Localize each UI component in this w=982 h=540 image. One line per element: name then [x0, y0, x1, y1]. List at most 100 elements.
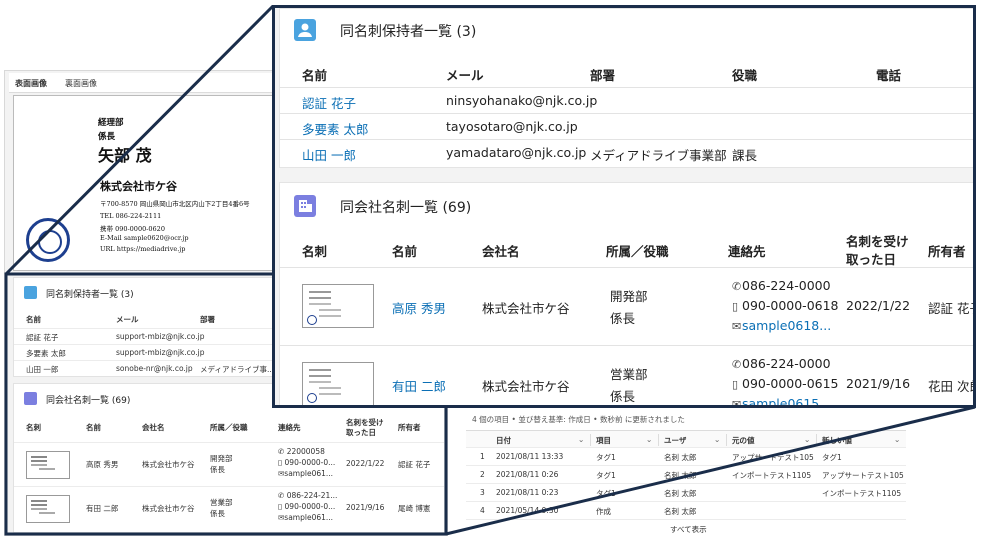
company-card-email-link[interactable]: sample061...	[284, 513, 333, 522]
chevron-down-icon[interactable]: ⌄	[646, 435, 652, 444]
history-new-value: インポートテスト1105	[822, 489, 902, 498]
holder-email: yamadataro@njk.co.jp	[446, 145, 587, 160]
holder-name-link[interactable]: 認証 花子	[302, 93, 356, 112]
history-date: 2021/08/11 0:23	[496, 488, 559, 497]
holder-dept: メディアドライブ事業部	[590, 148, 727, 163]
company-card-date: 2022/1/22	[846, 298, 911, 313]
holder-name-link[interactable]: 多要素 太郎	[302, 119, 368, 138]
mail-icon: ✉	[732, 398, 742, 408]
history-new-value: アップサートテスト105	[822, 471, 904, 480]
holder-email: support-mbiz@njk.co.jp	[116, 348, 205, 357]
table-row: 3 2021/08/11 0:23 タグ1 名刺 太郎 インポートテスト1105	[466, 484, 906, 502]
history-header-user[interactable]: ユーザ	[664, 435, 686, 446]
mobile-icon: ▯	[732, 378, 739, 391]
company-card-company: 株式会社市ケ谷	[482, 379, 570, 394]
company-card-date: 2022/1/22	[346, 459, 385, 468]
card-thumbnail[interactable]	[302, 284, 374, 328]
holder-name-link[interactable]: 多要素 太郎	[26, 348, 66, 359]
phone-icon: ✆	[278, 491, 285, 500]
company-card-tel: 22000058	[286, 447, 325, 456]
chevron-down-icon[interactable]: ⌄	[894, 435, 900, 444]
company-card-name-link[interactable]: 有田 二郎	[86, 503, 118, 514]
history-field: タグ1	[596, 471, 616, 480]
card-mobile: 携帯 090-0000-0620	[100, 225, 165, 233]
history-user-link[interactable]: 名刺 太郎	[664, 506, 696, 517]
table-row: 2 2021/08/11 0:26 タグ1 名刺 太郎 インポートテスト1105…	[466, 466, 906, 484]
company-card-role: 係長	[610, 389, 636, 404]
company-card-name-link[interactable]: 高原 秀男	[86, 459, 118, 470]
chevron-down-icon[interactable]: ⌄	[714, 435, 720, 444]
history-new-value: タグ1	[822, 453, 842, 462]
company-card-company: 株式会社市ケ谷	[482, 301, 570, 316]
history-header-date[interactable]: 日付	[496, 435, 511, 446]
holder-name-link[interactable]: 認証 花子	[26, 332, 58, 343]
card-thumbnail[interactable]	[26, 495, 70, 523]
small-holders-title: 同名刺保持者一覧 (3)	[46, 290, 134, 300]
card-role: 係長	[98, 132, 116, 142]
card-thumbnail[interactable]	[26, 451, 70, 479]
company-logo-icon	[26, 218, 70, 262]
history-date: 2021/05/14 9:30	[496, 506, 559, 515]
zoomed-related-lists: 同名刺保持者一覧 (3) 名前 メール 部署 役職 電話 認証 花子 ninsy…	[272, 5, 976, 408]
company-header-owner: 所有者	[928, 244, 966, 259]
company-card-tel: 086-224-0000	[742, 278, 831, 293]
small-holders-header-name: 名前	[26, 315, 41, 324]
table-row: 4 2021/05/14 9:30 作成 名刺 太郎	[466, 502, 906, 520]
history-header-new[interactable]: 新しい値	[822, 435, 852, 446]
card-tel: TEL 086-224-2111	[100, 212, 162, 220]
table-row: 1 2021/08/11 13:33 タグ1 名刺 太郎 アップサートテスト10…	[466, 448, 906, 466]
holder-name-link[interactable]: 山田 一郎	[302, 145, 356, 164]
history-user-link[interactable]: 名刺 太郎	[664, 488, 696, 499]
company-card-tel: 086-224-0000	[742, 356, 831, 371]
company-card-mobile: 090-0000-0615	[742, 376, 839, 391]
mobile-icon: ▯	[278, 458, 283, 467]
holders-header-phone: 電話	[876, 68, 902, 83]
company-card-name-link[interactable]: 有田 二郎	[392, 376, 446, 395]
tab-back-image[interactable]: 裏面画像	[65, 78, 97, 89]
chevron-down-icon[interactable]: ⌄	[578, 435, 584, 444]
holder-name-link[interactable]: 山田 一郎	[26, 364, 58, 375]
small-company-header-card: 名刺	[26, 423, 41, 432]
small-company-header-owner: 所有者	[398, 423, 421, 432]
phone-icon: ✆	[732, 280, 742, 293]
history-user-link[interactable]: 名刺 太郎	[664, 452, 696, 463]
company-card-email-link[interactable]: sample0618...	[742, 318, 831, 333]
row-number: 3	[480, 488, 485, 497]
company-card-owner: 花田 次郎	[928, 379, 973, 394]
mobile-icon: ▯	[732, 300, 739, 313]
mobile-icon: ▯	[278, 502, 283, 511]
company-card-owner: 認証 花子	[398, 460, 431, 469]
table-row: 認証 花子 ninsyohanako@njk.co.jp	[280, 87, 973, 113]
history-header-old[interactable]: 元の値	[732, 435, 755, 446]
holder-dept: メディアドライブ事...	[200, 365, 275, 374]
card-address: 〒700-8570 岡山県岡山市北区内山下2丁目4番6号	[100, 200, 250, 208]
history-date: 2021/08/11 13:33	[496, 452, 564, 461]
company-card-dept: 開発部	[210, 454, 233, 463]
history-field: タグ1	[596, 453, 616, 462]
company-card-owner: 尾崎 博憲	[398, 504, 431, 513]
history-user-link[interactable]: 名刺 太郎	[664, 470, 696, 481]
table-row: 高原 秀男 株式会社市ケ谷 開発部 係長 ✆086-224-0000 ▯ 090-…	[280, 267, 973, 345]
company-card-email-link[interactable]: sample061...	[284, 469, 333, 478]
card-person-name: 矢部 茂	[98, 146, 152, 165]
table-row: 有田 二郎 株式会社市ケ谷 営業部 係長 ✆086-224-0000 ▯ 090-…	[280, 345, 973, 408]
holders-header-role: 役職	[732, 68, 758, 83]
company-card-email-link[interactable]: sample0615...	[742, 396, 831, 405]
company-card-company: 株式会社市ケ谷	[142, 460, 195, 469]
company-card-date: 2021/9/16	[846, 376, 911, 391]
history-header-field[interactable]: 項目	[596, 435, 611, 446]
holder-email: sonobe-nr@njk.co.jp	[116, 364, 193, 373]
small-company-header-name: 名前	[86, 423, 101, 432]
view-all-link[interactable]: すべて表示	[670, 524, 707, 535]
chevron-down-icon[interactable]: ⌄	[804, 435, 810, 444]
company-card-tel: 086-224-21...	[286, 491, 338, 500]
card-thumbnail[interactable]	[302, 362, 374, 405]
company-card-role: 係長	[610, 311, 636, 326]
company-card-mobile: 090-0000-0...	[284, 502, 336, 511]
table-row: 山田 一郎 yamadataro@njk.co.jp メディアドライブ事業部 課…	[280, 139, 973, 165]
tab-front-image[interactable]: 表面画像	[15, 78, 47, 89]
company-card-date: 2021/9/16	[346, 503, 385, 512]
company-card-name-link[interactable]: 高原 秀男	[392, 298, 446, 317]
business-card-image: 経理部 係長 矢部 茂 株式会社市ケ谷 〒700-8570 岡山県岡山市北区内山…	[13, 95, 275, 271]
company-card-dept: 営業部	[210, 498, 233, 507]
